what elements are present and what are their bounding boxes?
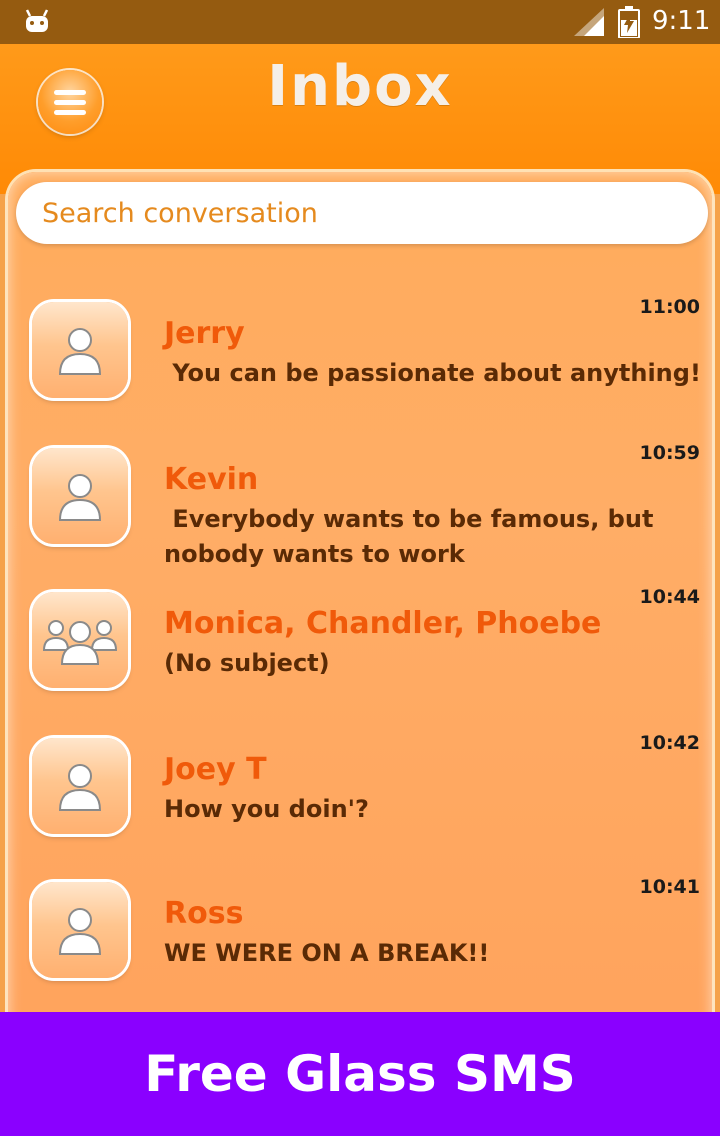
avatar (32, 302, 128, 398)
conversation-row[interactable]: Joey T How you doin'? 10:42 (0, 732, 720, 878)
conversation-row[interactable]: Monica, Chandler, Phoebe (No subject) 10… (0, 586, 720, 732)
person-icon (58, 474, 102, 521)
message-time: 11:00 (639, 296, 700, 318)
contact-name: Jerry (164, 316, 245, 351)
message-time: 10:42 (639, 732, 700, 754)
contact-name: Ross (164, 896, 244, 931)
message-preview: How you doin'? (164, 795, 369, 823)
avatar (32, 738, 128, 834)
person-icon (58, 908, 102, 955)
contact-name: Kevin (164, 462, 259, 497)
status-time: 9:11 (652, 6, 711, 36)
promo-banner: Free Glass SMS (0, 1012, 720, 1136)
conversation-row[interactable]: Ross WE WERE ON A BREAK!! 10:41 (0, 876, 720, 1022)
message-preview: (No subject) (164, 649, 330, 677)
contact-name: Monica, Chandler, Phoebe (164, 606, 602, 641)
signal-icon (574, 8, 604, 36)
message-time: 10:44 (639, 586, 700, 608)
search-input[interactable] (16, 182, 708, 244)
message-time: 10:41 (639, 876, 700, 898)
conversation-row[interactable]: Kevin Everybody wants to be famous, but … (0, 442, 720, 588)
conversation-row[interactable]: Jerry You can be passionate about anythi… (0, 296, 720, 442)
avatar (32, 448, 128, 544)
message-preview: WE WERE ON A BREAK!! (164, 939, 490, 967)
avatar (32, 882, 128, 978)
message-preview: You can be passionate about anything! (164, 359, 701, 387)
message-preview: Everybody wants to be famous, but nobody… (164, 505, 654, 568)
battery-icon (618, 6, 640, 38)
message-time: 10:59 (639, 442, 700, 464)
contact-name: Joey T (164, 752, 267, 787)
status-bar: 9:11 (0, 0, 720, 44)
group-icon (42, 620, 118, 665)
person-icon (58, 764, 102, 811)
person-icon (58, 328, 102, 375)
avatar (32, 592, 128, 688)
page-title: Inbox (267, 54, 453, 119)
android-icon (25, 9, 49, 32)
